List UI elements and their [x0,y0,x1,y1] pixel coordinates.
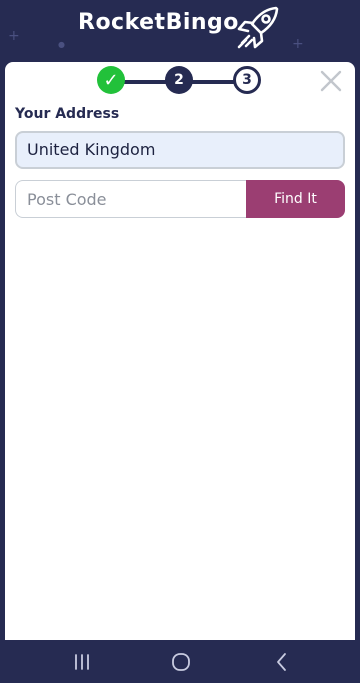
address-form-card: ✓ 2 3 Your Address United Kingdom Find I… [5,62,355,640]
step-2-current: 2 [165,66,193,94]
postcode-input[interactable] [15,180,247,218]
step-3-upcoming: 3 [233,66,261,94]
section-title: Your Address [15,106,120,122]
step-connector [191,80,235,84]
close-icon[interactable] [318,68,344,94]
rocket-icon [237,6,279,49]
recent-apps-icon[interactable] [70,650,94,674]
progress-stepper: ✓ 2 3 [97,66,269,98]
step-connector [123,80,167,84]
step-1-complete: ✓ [97,66,125,94]
home-icon[interactable] [169,650,193,674]
android-nav-bar [0,640,360,683]
country-select[interactable]: United Kingdom [15,131,345,169]
back-icon[interactable] [270,650,294,674]
brand-logo-text: RocketBingo [78,10,239,35]
find-it-button[interactable]: Find It [246,180,345,218]
app-header: RocketBingo [0,0,360,62]
